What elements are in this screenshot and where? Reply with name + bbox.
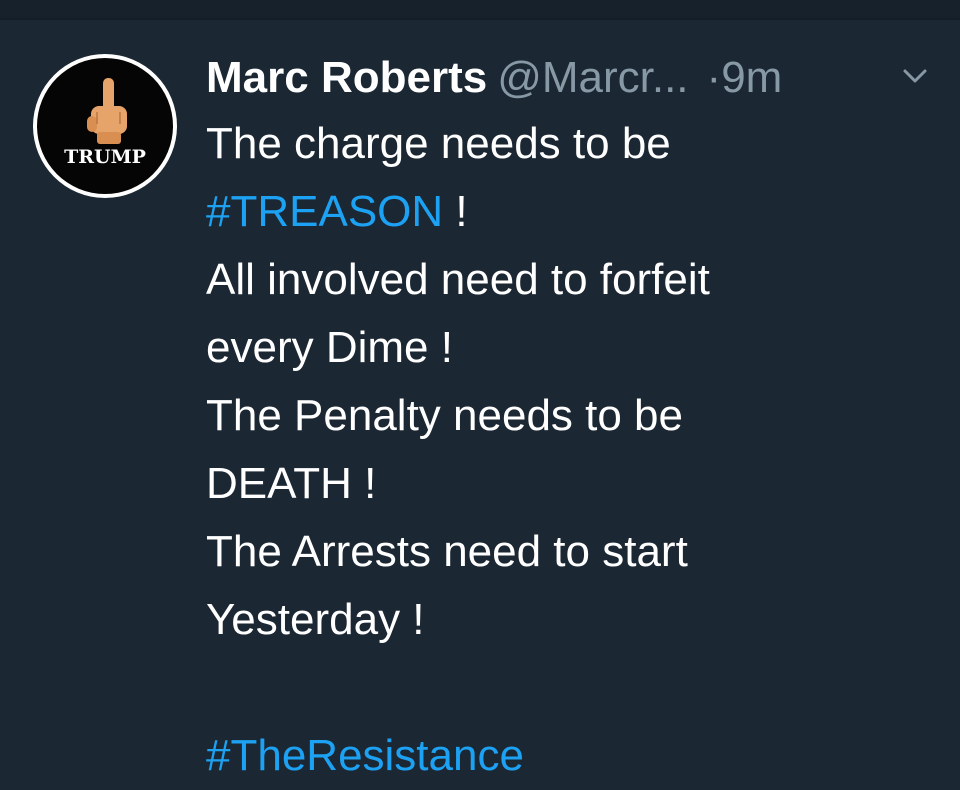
hashtag-link[interactable]: #TheResistance [206,722,946,790]
tweet-line: #TREASON ! [206,178,946,246]
tweet-line: The Penalty needs to be [206,391,683,440]
tweet-line: The Arrests need to start [206,527,688,576]
chevron-down-icon[interactable] [902,66,928,86]
hashtag-link[interactable]: #TREASON [206,187,443,236]
tweet-line: All involved need to forfeit [206,255,710,304]
timestamp[interactable]: 9m [721,53,782,102]
user-handle[interactable]: @Marcr... [497,53,688,102]
display-name[interactable]: Marc Roberts [206,53,487,102]
tweet-line: The charge needs to be [206,119,671,168]
avatar-badge-text: TRUMP [64,146,146,168]
tweet[interactable]: TRUMP Marc Roberts @Marcr... ·9m The charg… [0,20,960,790]
tweet-line: every Dime ! [206,323,453,372]
tweet-header: Marc Roberts @Marcr... ·9m [206,48,946,108]
tweet-line: Yesterday ! [206,595,425,644]
middle-finger-icon [87,78,127,144]
top-divider [0,0,960,20]
time-separator: · [706,53,722,102]
avatar[interactable]: TRUMP [33,54,177,198]
screen: TRUMP Marc Roberts @Marcr... ·9m The charg… [0,0,960,790]
tweet-line: DEATH ! [206,459,377,508]
tweet-text: The charge needs to be #TREASON ! All in… [206,110,946,790]
avatar-inner: TRUMP [37,58,173,194]
tweet-line-suffix: ! [443,187,468,236]
